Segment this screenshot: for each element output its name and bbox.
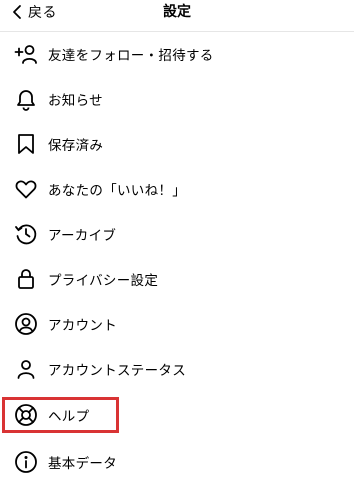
- menu-item-saved[interactable]: 保存済み: [0, 124, 354, 164]
- menu-item-label: ヘルプ: [48, 409, 90, 425]
- add-person-icon: [14, 42, 38, 66]
- menu-item-account-status[interactable]: アカウントステータス: [0, 349, 354, 389]
- menu-item-label: アカウント: [48, 318, 117, 334]
- heart-icon: [14, 177, 38, 201]
- menu-item-label: アーカイブ: [48, 228, 117, 244]
- header-divider: [0, 31, 354, 32]
- header: 戻る 設定: [0, 0, 354, 26]
- menu-item-follow-invite[interactable]: 友達をフォロー・招待する: [0, 34, 354, 74]
- menu-item-label: アカウントステータス: [48, 363, 186, 379]
- info-icon: [14, 450, 38, 474]
- bell-icon: [14, 87, 38, 111]
- archive-clock-icon: [14, 222, 38, 246]
- menu-item-archive[interactable]: アーカイブ: [0, 214, 354, 254]
- menu-item-label: プライバシー設定: [48, 273, 159, 289]
- menu-item-privacy[interactable]: プライバシー設定: [0, 259, 354, 299]
- bookmark-icon: [14, 132, 38, 156]
- menu-item-label: あなたの「いいね！」: [48, 183, 186, 199]
- lifebuoy-icon: [14, 403, 38, 427]
- person-icon: [14, 357, 38, 381]
- menu-item-label: お知らせ: [48, 93, 103, 109]
- menu-item-help[interactable]: ヘルプ: [0, 395, 354, 435]
- lock-icon: [14, 267, 38, 291]
- menu-item-notifications[interactable]: お知らせ: [0, 79, 354, 119]
- account-circle-icon: [14, 312, 38, 336]
- page-title: 設定: [163, 4, 191, 20]
- menu-item-account[interactable]: アカウント: [0, 304, 354, 344]
- menu-item-label: 基本データ: [48, 456, 117, 472]
- menu-item-label: 保存済み: [48, 138, 104, 154]
- menu-item-likes[interactable]: あなたの「いいね！」: [0, 169, 354, 209]
- menu-item-about[interactable]: 基本データ: [0, 442, 354, 482]
- menu-item-label: 友達をフォロー・招待する: [48, 48, 214, 64]
